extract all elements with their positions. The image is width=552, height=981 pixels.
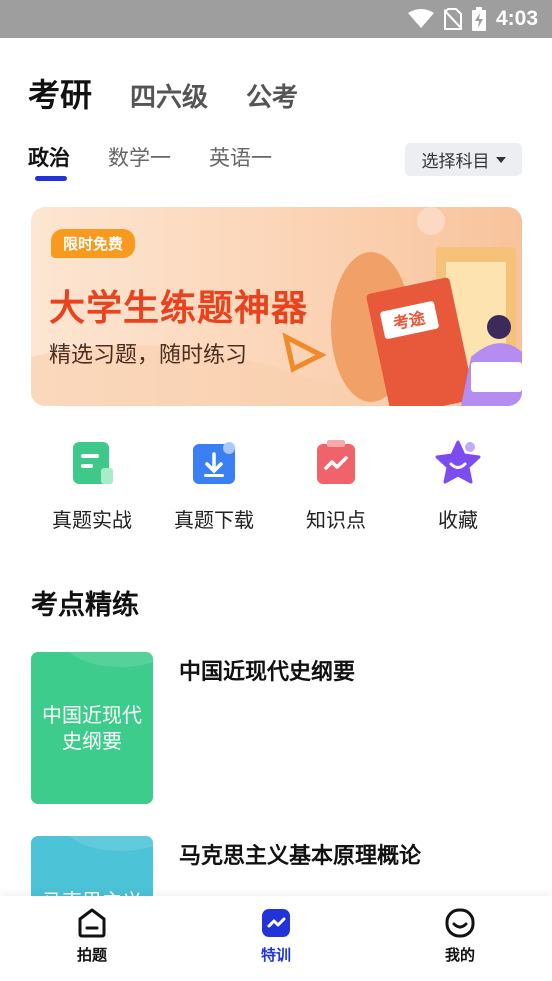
promo-banner[interactable]: 考途 限时免费 大学生练题神器 精选习题，随时练习	[31, 207, 522, 406]
status-bar: 4:03	[0, 0, 552, 38]
quick-knowledge-label: 知识点	[306, 508, 366, 532]
course-title[interactable]: 马克思主义基本原理概论	[179, 838, 421, 870]
tab-math-one[interactable]: 数学一	[108, 142, 171, 172]
wifi-icon	[407, 9, 434, 28]
nav-profile[interactable]: 我的	[368, 896, 552, 981]
download-icon	[193, 442, 235, 484]
quick-actions: 真题实战 真题下载 知识点 收藏	[0, 440, 552, 533]
smiley-face-icon	[445, 908, 475, 938]
nav-training[interactable]: 特训	[184, 896, 368, 981]
quick-download-label: 真题下载	[174, 508, 254, 532]
nav-photo-search-label: 拍题	[76, 946, 107, 964]
no-sim-icon	[443, 8, 462, 30]
nav-photo-search[interactable]: 拍题	[0, 896, 184, 981]
clipboard-chart-icon	[317, 440, 355, 484]
tab-english-one[interactable]: 英语一	[209, 142, 272, 172]
battery-charging-icon	[471, 7, 486, 31]
course-cover-text: 中国近现代史纲要	[42, 703, 142, 753]
bottom-navigation: 拍题 特训 我的	[0, 896, 552, 981]
nav-profile-label: 我的	[444, 946, 475, 964]
exam-sheet-icon	[73, 442, 113, 484]
select-subject-button[interactable]: 选择科目	[405, 143, 522, 176]
subject-tabs: 政治 数学一 英语一	[28, 142, 272, 181]
quick-real-exam-label: 真题实战	[52, 508, 132, 532]
caret-down-icon	[495, 156, 506, 163]
nav-training-label: 特训	[260, 946, 291, 964]
course-cover[interactable]: 中国近现代史纲要	[31, 652, 153, 804]
section-title: 考点精练	[31, 590, 139, 621]
quick-download[interactable]: 真题下载	[153, 440, 275, 533]
quick-favorites[interactable]: 收藏	[397, 440, 519, 533]
camera-icon	[78, 908, 106, 938]
course-title[interactable]: 中国近现代史纲要	[179, 654, 355, 686]
quick-favorites-label: 收藏	[438, 508, 478, 532]
star-icon	[435, 440, 481, 484]
tab-civil-exam[interactable]: 公考	[246, 77, 298, 114]
select-subject-label: 选择科目	[421, 152, 490, 172]
training-chart-icon	[262, 909, 290, 937]
tab-politics[interactable]: 政治	[28, 142, 70, 181]
banner-subtitle: 精选习题，随时练习	[49, 343, 248, 368]
limited-free-badge: 限时免费	[51, 229, 136, 258]
top-category-tabs: 考研 四六级 公考	[28, 70, 298, 116]
tab-kaoyan[interactable]: 考研	[28, 70, 92, 116]
tab-cet[interactable]: 四六级	[130, 77, 208, 114]
banner-headline: 大学生练题神器	[49, 288, 309, 329]
clock-time: 4:03	[495, 7, 538, 30]
quick-real-exam[interactable]: 真题实战	[31, 440, 153, 533]
quick-knowledge[interactable]: 知识点	[275, 440, 397, 533]
